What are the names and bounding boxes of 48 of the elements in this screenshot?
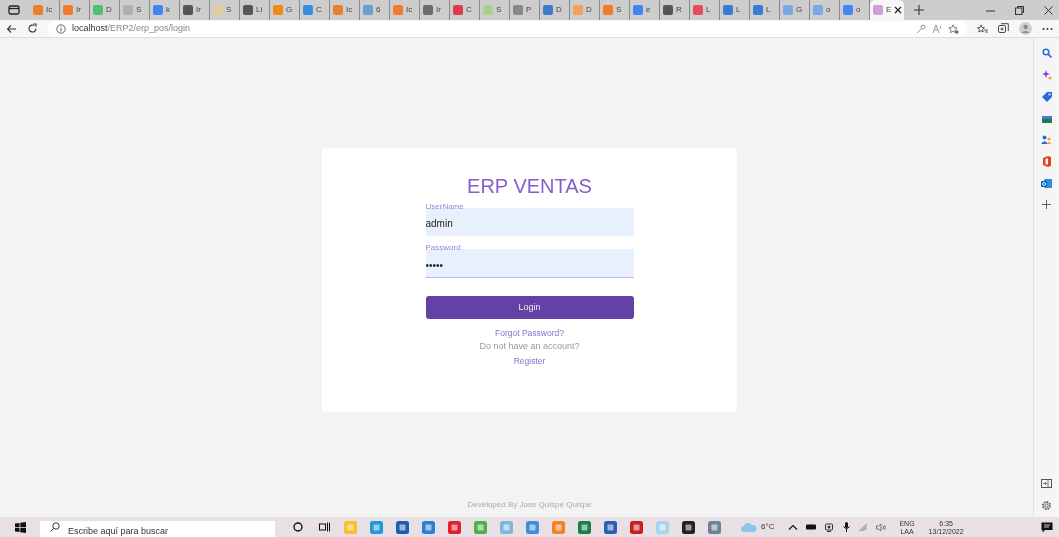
- windows-start-icon[interactable]: [14, 521, 26, 533]
- speaker-icon[interactable]: [876, 522, 888, 532]
- footer-text: Developed By Jose Quispe Quispe: [467, 499, 592, 511]
- refresh-icon[interactable]: [27, 23, 38, 34]
- microphone-icon[interactable]: [843, 522, 851, 532]
- more-icon[interactable]: [1042, 26, 1053, 31]
- notification-icon[interactable]: [1041, 521, 1053, 533]
- favorites-icon[interactable]: [977, 23, 988, 34]
- camera-icon[interactable]: [825, 522, 836, 532]
- close-icon[interactable]: [894, 6, 903, 14]
- back-icon[interactable]: [6, 23, 17, 34]
- login-title: ERP VENTAS: [467, 174, 592, 198]
- tag-icon[interactable]: [1041, 92, 1052, 102]
- password-field[interactable]: •••••: [425, 249, 634, 278]
- tab-actions-icon[interactable]: [8, 5, 20, 15]
- forgot-password-link[interactable]: Forgot Password?: [495, 329, 564, 338]
- mail-app-icon[interactable]: [1041, 179, 1052, 188]
- key-icon[interactable]: [916, 23, 926, 34]
- people-icon[interactable]: [1041, 135, 1052, 144]
- register-prompt: Do not have an account?: [479, 341, 580, 351]
- taskbar-search-field[interactable]: Escribe aquí para buscar: [40, 521, 275, 537]
- task-view-icon[interactable]: [318, 522, 330, 532]
- new-tab-icon[interactable]: [914, 5, 924, 15]
- star-add-icon[interactable]: [948, 23, 959, 34]
- sparkle-icon[interactable]: [1041, 70, 1052, 80]
- app-icon[interactable]: [681, 520, 695, 534]
- close-icon[interactable]: [1044, 5, 1053, 15]
- username-field[interactable]: admin: [425, 208, 634, 236]
- address-field[interactable]: localhost/ERP2/erp_pos/login: [48, 20, 967, 37]
- add-icon[interactable]: [1042, 200, 1051, 209]
- restore-icon[interactable]: [1015, 5, 1024, 15]
- temperature-text: 6°C: [761, 523, 775, 531]
- chevron-up-icon[interactable]: [788, 524, 799, 530]
- collections-icon[interactable]: [998, 23, 1009, 34]
- office-icon[interactable]: [1042, 156, 1051, 167]
- sidebar-toggle-icon[interactable]: [1041, 479, 1052, 488]
- read-aloud-icon[interactable]: [932, 23, 942, 34]
- field-label: UserName: [425, 203, 464, 211]
- circle-icon[interactable]: [293, 522, 303, 532]
- profile-icon[interactable]: [1019, 22, 1032, 35]
- info-icon[interactable]: [56, 23, 66, 34]
- search-icon: [50, 522, 60, 532]
- battery-icon[interactable]: [806, 524, 818, 530]
- field-label: Password: [425, 244, 461, 252]
- login-button[interactable]: Login: [425, 296, 634, 319]
- search-icon[interactable]: [1041, 48, 1052, 58]
- register-link[interactable]: Register: [513, 356, 546, 365]
- browser-tab[interactable]: E: [870, 0, 904, 20]
